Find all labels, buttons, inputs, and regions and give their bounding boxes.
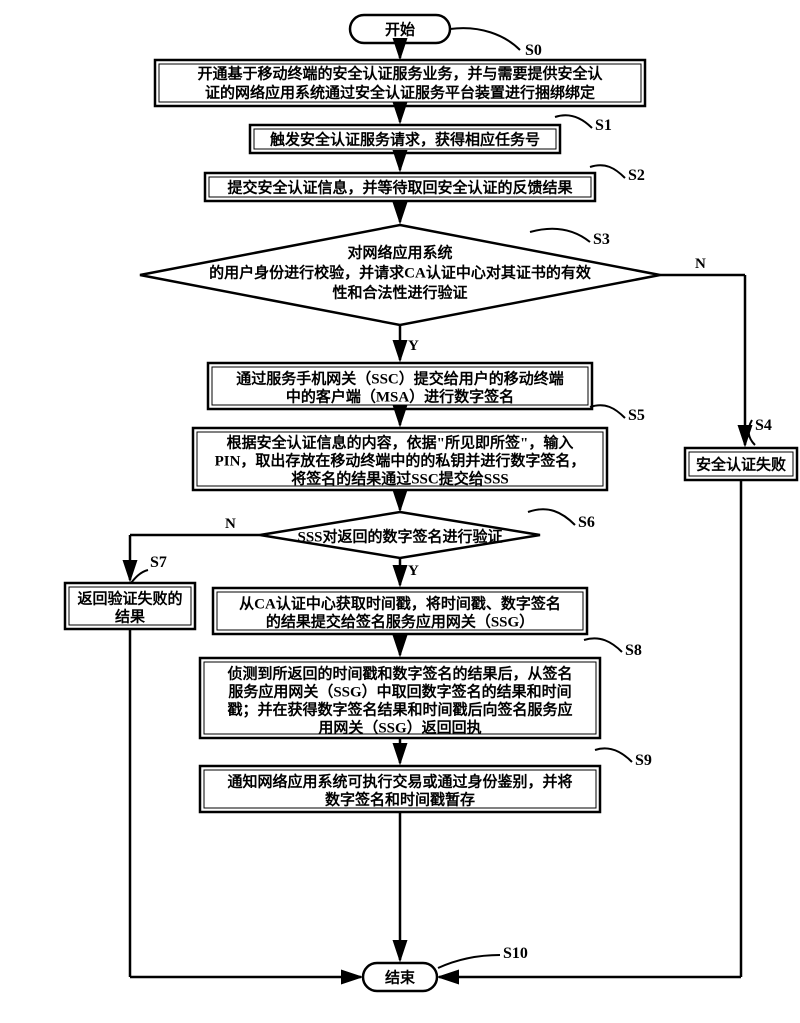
label-s7: S7 [150,554,167,571]
label-s5: S5 [628,407,645,424]
svg-text:SSS对返回的数字签名进行验证: SSS对返回的数字签名进行验证 [297,527,502,545]
svg-text:性和合法性进行验证: 性和合法性进行验证 [332,283,467,301]
node-s4: 安全认证失败 [685,448,797,480]
node-s6: SSS对返回的数字签名进行验证 [260,512,540,558]
svg-text:触发安全认证服务请求，获得相应任务号: 触发安全认证服务请求，获得相应任务号 [270,130,540,148]
svg-text:返回验证失败的: 返回验证失败的 [77,589,182,607]
label-s6: S6 [578,514,595,531]
end-text: 结束 [385,968,416,986]
label-s4: S4 [755,417,772,434]
node-s9: 通知网络应用系统可执行交易或通过身份鉴别，并将 数字签名和时间戳暂存 [200,766,600,812]
svg-text:提交安全认证信息，并等待取回安全认证的反馈结果: 提交安全认证信息，并等待取回安全认证的反馈结果 [227,178,573,196]
svg-text:戳；并在获得数字签名结果和时间戳后向签名服务应: 戳；并在获得数字签名结果和时间戳后向签名服务应 [227,700,572,718]
node-end: 结束 [363,963,437,991]
svg-text:通知网络应用系统可执行交易或通过身份鉴别，并将: 通知网络应用系统可执行交易或通过身份鉴别，并将 [227,772,572,790]
node-start: 开始 [350,15,450,43]
label-s9: S9 [635,752,652,769]
node-s5: 根据安全认证信息的内容，依据"所见即所签"，输入 PIN，取出存放在移动终端中的… [193,428,607,490]
node-s0: 开通基于移动终端的安全认证服务业务，并与需要提供安全认 证的网络应用系统通过安全… [155,60,645,106]
svg-text:证的网络应用系统通过安全认证服务平台装置进行捆绑绑定: 证的网络应用系统通过安全认证服务平台装置进行捆绑绑定 [205,83,595,101]
label-s8: S8 [625,642,642,659]
svg-text:服务应用网关（SSG）中取回数字签名的结果和时间: 服务应用网关（SSG）中取回数字签名的结果和时间 [228,682,571,700]
branch-n-s6: N [225,516,236,532]
svg-text:PIN，取出存放在移动终端中的的私钥并进行数字签名，: PIN，取出存放在移动终端中的的私钥并进行数字签名， [215,451,586,469]
branch-n-s3: N [695,256,706,272]
svg-text:的用户身份进行校验，并请求CA认证中心对其证书的有效: 的用户身份进行校验，并请求CA认证中心对其证书的有效 [209,263,592,281]
svg-text:侦测到所返回的时间戳和数字签名的结果后，从签名: 侦测到所返回的时间戳和数字签名的结果后，从签名 [226,664,572,682]
start-text: 开始 [385,20,415,38]
label-s10: S10 [503,945,528,962]
label-s3: S3 [593,231,610,248]
branch-y-s3: Y [408,338,419,354]
node-s1: 触发安全认证服务请求，获得相应任务号 [250,125,560,153]
svg-text:结果: 结果 [115,607,146,625]
label-s2: S2 [628,167,645,184]
svg-text:的结果提交给签名服务应用网关（SSG）: 的结果提交给签名服务应用网关（SSG） [266,612,534,630]
svg-text:数字签名和时间戳暂存: 数字签名和时间戳暂存 [325,790,475,808]
svg-text:安全认证失败: 安全认证失败 [696,455,786,473]
label-s0: S0 [525,42,542,59]
svg-text:通过服务手机网关（SSC）提交给用户的移动终端: 通过服务手机网关（SSC）提交给用户的移动终端 [236,369,564,387]
node-s3: 对网络应用系统 的用户身份进行校验，并请求CA认证中心对其证书的有效 性和合法性… [140,225,660,325]
node-s3y: 通过服务手机网关（SSC）提交给用户的移动终端 中的客户端（MSA）进行数字签名 [208,363,592,409]
branch-y-s6: Y [408,563,419,579]
label-s1: S1 [595,117,612,134]
svg-text:从CA认证中心获取时间戳，将时间戳、数字签名: 从CA认证中心获取时间戳，将时间戳、数字签名 [239,594,561,612]
svg-text:开通基于移动终端的安全认证服务业务，并与需要提供安全认: 开通基于移动终端的安全认证服务业务，并与需要提供安全认 [197,64,603,82]
svg-text:中的客户端（MSA）进行数字签名: 中的客户端（MSA）进行数字签名 [286,387,514,405]
node-s7: 返回验证失败的 结果 [65,583,195,629]
flowchart: 开始 S0 开通基于移动终端的安全认证服务业务，并与需要提供安全认 证的网络应用… [0,0,800,1023]
svg-text:对网络应用系统: 对网络应用系统 [347,243,452,261]
node-s8: 侦测到所返回的时间戳和数字签名的结果后，从签名 服务应用网关（SSG）中取回数字… [200,658,600,738]
svg-text:根据安全认证信息的内容，依据"所见即所签"，输入: 根据安全认证信息的内容，依据"所见即所签"，输入 [227,433,574,451]
svg-text:用网关（SSG）返回回执: 用网关（SSG）返回回执 [318,718,481,736]
svg-text:将签名的结果通过SSC提交给SSS: 将签名的结果通过SSC提交给SSS [291,469,509,487]
node-s6y: 从CA认证中心获取时间戳，将时间戳、数字签名 的结果提交给签名服务应用网关（SS… [213,588,587,634]
node-s2: 提交安全认证信息，并等待取回安全认证的反馈结果 [205,173,595,201]
